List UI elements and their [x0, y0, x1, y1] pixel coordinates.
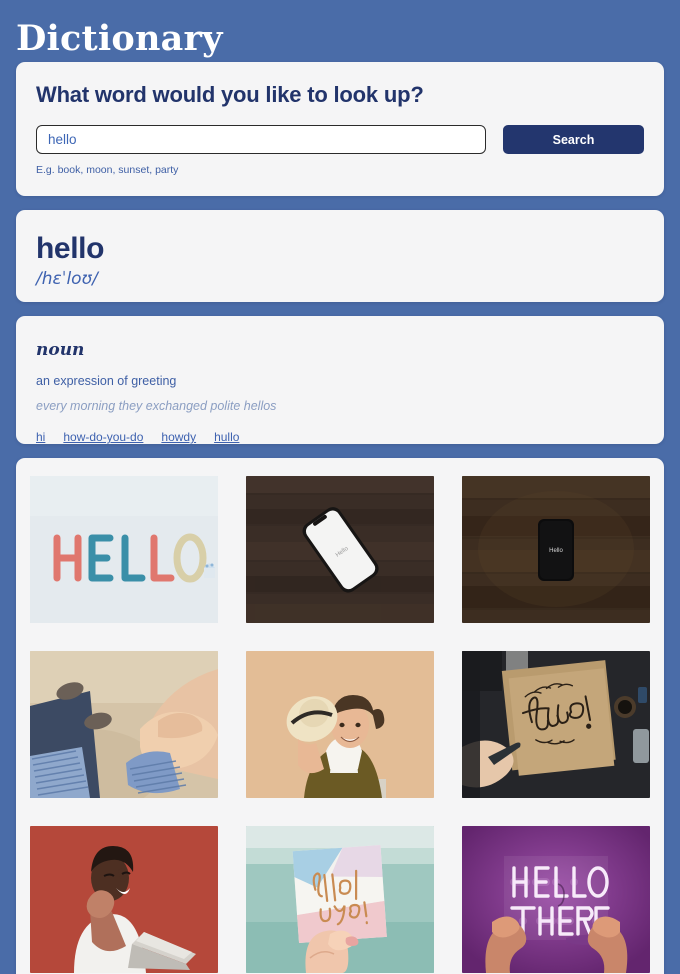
meaning-card: noun an expression of greeting every mor…: [16, 316, 664, 444]
word-phonetic: /hɛˈloʊ/: [36, 268, 98, 289]
svg-text:Hello: Hello: [549, 548, 563, 554]
images-card: Hello Hello: [16, 458, 664, 974]
part-of-speech: noun: [36, 340, 85, 360]
image-tile[interactable]: [246, 826, 434, 973]
image-tile[interactable]: [462, 651, 650, 798]
image-tile[interactable]: [246, 651, 434, 798]
man-hat-image: [246, 651, 434, 798]
neon-hello-there-image: [462, 826, 650, 973]
search-hint: E.g. book, moon, sunset, party: [36, 164, 179, 176]
search-row: Search: [36, 125, 644, 154]
image-tile[interactable]: Hello: [246, 476, 434, 623]
image-tile[interactable]: Hello: [462, 476, 650, 623]
man-laptop-image: [30, 826, 218, 973]
word-card: hello /hɛˈloʊ/: [16, 210, 664, 302]
image-tile[interactable]: [30, 826, 218, 973]
image-grid: Hello Hello: [30, 476, 650, 973]
synonym-link[interactable]: hullo: [214, 430, 239, 444]
synonym-link[interactable]: hi: [36, 430, 45, 444]
synonym-link[interactable]: how-do-you-do: [63, 430, 143, 444]
image-tile[interactable]: [30, 651, 218, 798]
synonym-link[interactable]: howdy: [161, 430, 196, 444]
app-title: Dictionary: [16, 17, 223, 59]
search-card: What word would you like to look up? Sea…: [16, 62, 664, 196]
dictionary-app: Dictionary What word would you like to l…: [0, 0, 680, 974]
hello-you-card-image: [246, 826, 434, 973]
synonym-list: hi how-do-you-do howdy hullo: [36, 430, 644, 444]
search-input[interactable]: [36, 125, 486, 154]
handshake-image: [30, 651, 218, 798]
definition-text: an expression of greeting: [36, 374, 177, 388]
clay-letters-image: [30, 476, 218, 623]
example-text: every morning they exchanged polite hell…: [36, 399, 277, 413]
word-term: hello: [36, 232, 105, 265]
phone-dark-wood-image: Hello: [462, 476, 650, 623]
calligraphy-image: [462, 651, 650, 798]
image-tile[interactable]: [462, 826, 650, 973]
search-button[interactable]: Search: [503, 125, 644, 154]
search-heading: What word would you like to look up?: [36, 82, 424, 107]
image-tile[interactable]: [30, 476, 218, 623]
phone-white-wood-image: Hello: [246, 476, 434, 623]
